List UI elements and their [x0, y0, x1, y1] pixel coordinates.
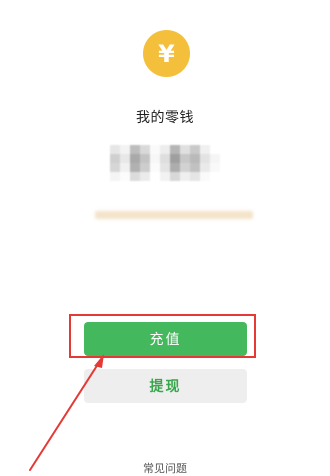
- annotation-arrow: [29, 354, 104, 471]
